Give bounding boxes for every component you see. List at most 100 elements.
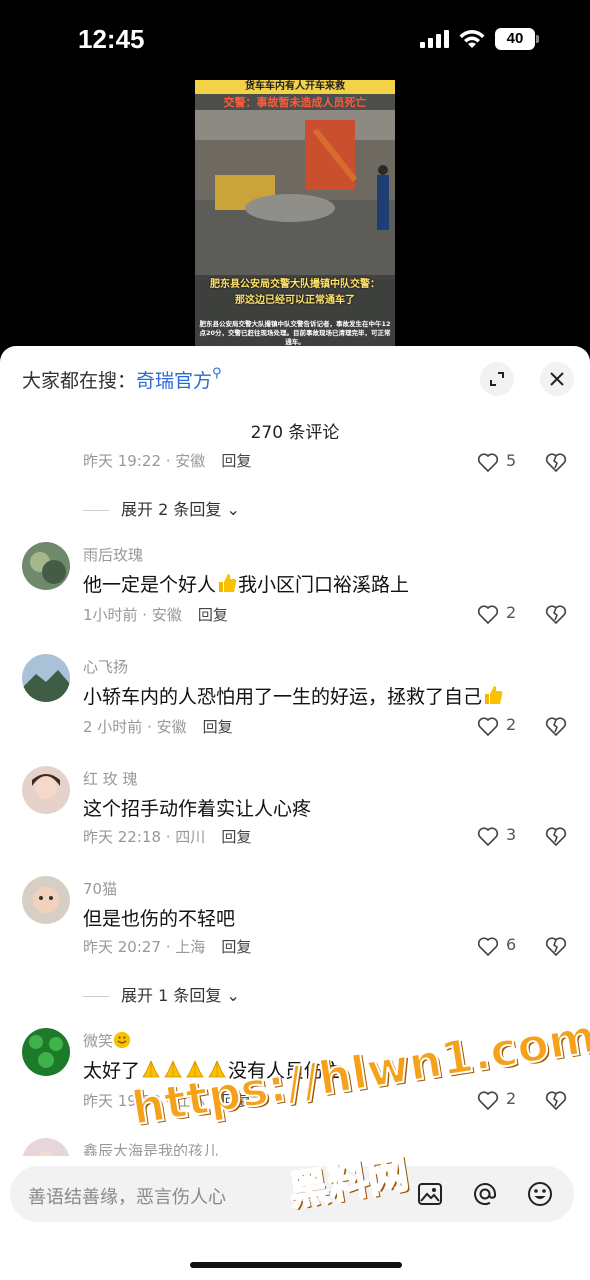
avatar[interactable]	[22, 542, 70, 590]
comment-text-part1: 但是也伤的不轻吧	[83, 908, 236, 930]
comment-time-location: 2 小时前 · 安徽	[83, 718, 187, 736]
reply-button[interactable]: 回复	[221, 1092, 251, 1110]
like-count: 6	[506, 935, 517, 954]
like-button[interactable]: 6	[476, 934, 536, 958]
avatar[interactable]	[22, 766, 70, 814]
like-button[interactable]: 5	[476, 450, 536, 474]
status-bar: 12:45 40	[0, 0, 590, 80]
comment-time-location: 昨天 19:22 · 安徽	[83, 452, 206, 470]
at-icon[interactable]	[471, 1180, 499, 1208]
avatar[interactable]	[22, 876, 70, 924]
like-button[interactable]: 2	[476, 602, 536, 626]
avatar[interactable]	[22, 1138, 70, 1156]
trending-search-keyword[interactable]: 奇瑞官方	[136, 370, 212, 392]
comment-text: 这个招手动作着实让人心疼	[83, 794, 311, 821]
comment-meta: 1小时前 · 安徽 回复	[83, 604, 228, 625]
comment-input-placeholder: 善语结善缘，恶言伤人心	[28, 1187, 226, 1208]
video-caption-line1: 肥东县公安局交警大队撮镇中队交警：	[210, 279, 380, 290]
comment-text: 太好了 没有人员伤亡	[83, 1056, 342, 1083]
avatar[interactable]	[22, 654, 70, 702]
reply-button[interactable]: 回复	[198, 606, 228, 624]
heart-icon	[477, 937, 499, 957]
comment-time-location: 昨天 20:27 · 上海	[83, 938, 206, 956]
reply-button[interactable]: 回复	[221, 452, 251, 470]
emoji-icon[interactable]	[526, 1180, 554, 1208]
heart-icon	[477, 827, 499, 847]
dislike-button[interactable]	[544, 824, 568, 848]
comment-meta: 2 小时前 · 安徽 回复	[83, 716, 233, 737]
pray-emoji-icon	[142, 1060, 160, 1078]
pray-emoji-icon	[164, 1060, 182, 1078]
thumbs-up-emoji-icon	[219, 574, 237, 592]
comment-time-location: 昨天 22:18 · 四川	[83, 828, 206, 846]
commenter-name-text: 微笑	[83, 1032, 114, 1050]
reply-button[interactable]: 回复	[203, 718, 233, 736]
broken-heart-icon	[545, 937, 567, 957]
search-icon: ⚲	[212, 366, 222, 381]
comment-list[interactable]: 昨天 19:22 · 安徽 回复 5 展开 2 条回复 ⌄ 雨后玫瑰 他一定是个好…	[0, 446, 590, 1156]
video-small-text: 肥东县公安局交警大队撮镇中队交警告诉记者，事故发生在中午12点20分，交警已赶往…	[199, 320, 391, 346]
expand-icon	[490, 372, 504, 386]
expand-replies-button[interactable]: 展开 1 条回复 ⌄	[83, 982, 240, 1006]
commenter-name[interactable]: 红 玫 瑰	[83, 768, 138, 789]
broken-heart-icon	[545, 1091, 567, 1111]
reply-button[interactable]: 回复	[221, 938, 251, 956]
comment-text: 小轿车内的人恐怕用了一生的好运，拯救了自己	[83, 682, 504, 709]
comment-text-part1: 他一定是个好人	[83, 574, 217, 596]
smile-emoji-icon	[113, 1031, 131, 1049]
dislike-button[interactable]	[544, 450, 568, 474]
comment-input[interactable]: 善语结善缘，恶言伤人心	[10, 1166, 574, 1222]
expand-replies-button[interactable]: 展开 2 条回复 ⌄	[83, 496, 240, 520]
comment-meta: 昨天 19:22 · 安徽 回复	[83, 450, 251, 471]
expand-button[interactable]	[480, 362, 514, 396]
expand-replies-label: 展开 2 条回复	[121, 500, 222, 519]
broken-heart-icon	[545, 827, 567, 847]
commenter-name[interactable]: 心飞扬	[83, 656, 128, 677]
divider	[83, 510, 109, 511]
like-button[interactable]: 2	[476, 714, 536, 738]
comment-meta: 昨天 22:18 · 四川 回复	[83, 826, 251, 847]
commenter-name[interactable]: 雨后玫瑰	[83, 544, 143, 565]
comment-meta: 昨天 19:33 · 江苏 回复	[83, 1090, 251, 1111]
like-button[interactable]: 2	[476, 1088, 536, 1112]
like-count: 5	[506, 451, 517, 470]
pray-emoji-icon	[186, 1060, 204, 1078]
video-caption-line2: 那这边已经可以正常通车了	[235, 295, 355, 306]
divider	[83, 996, 109, 997]
dislike-button[interactable]	[544, 1088, 568, 1112]
expand-replies-label: 展开 1 条回复	[121, 986, 222, 1005]
comment-meta: 昨天 20:27 · 上海 回复	[83, 936, 251, 957]
heart-icon	[477, 605, 499, 625]
broken-heart-icon	[545, 605, 567, 625]
comment-time-location: 1小时前 · 安徽	[83, 606, 182, 624]
close-icon	[550, 372, 564, 386]
comment-text-part1: 太好了	[83, 1060, 141, 1082]
comment-text: 他一定是个好人 我小区门口裕溪路上	[83, 570, 409, 597]
chevron-down-icon: ⌄	[221, 500, 240, 519]
comment-text-part2: 没有人员伤亡	[228, 1060, 343, 1082]
commenter-name[interactable]: 鑫辰大海是我的孩儿	[83, 1140, 218, 1156]
battery-level: 40	[495, 28, 535, 50]
image-icon[interactable]	[416, 1180, 444, 1208]
video-subtitle: 交警：事故暂未造成人员死亡	[223, 96, 367, 109]
dislike-button[interactable]	[544, 602, 568, 626]
trending-search[interactable]: 大家都在搜：奇瑞官方⚲	[22, 366, 222, 393]
battery-icon: 40	[495, 28, 539, 50]
reply-button[interactable]: 回复	[221, 828, 251, 846]
dislike-button[interactable]	[544, 714, 568, 738]
commenter-name[interactable]: 70猫	[83, 878, 117, 899]
video-player[interactable]: 货车车内有人开车来救 交警：事故暂未造成人员死亡 肥东县公安局交警大队撮镇中队交…	[195, 80, 395, 346]
avatar[interactable]	[22, 1028, 70, 1076]
comment-text-part2: 我小区门口裕溪路上	[238, 574, 410, 596]
home-indicator[interactable]	[190, 1262, 402, 1268]
like-button[interactable]: 3	[476, 824, 536, 848]
thumbs-up-emoji-icon	[485, 686, 503, 704]
commenter-name[interactable]: 微笑	[83, 1030, 131, 1051]
dislike-button[interactable]	[544, 934, 568, 958]
comment-count: 270 条评论	[250, 423, 340, 443]
pray-emoji-icon	[208, 1060, 226, 1078]
comment-text-part1: 这个招手动作着实让人心疼	[83, 798, 312, 820]
like-count: 2	[506, 1089, 517, 1108]
close-button[interactable]	[540, 362, 574, 396]
wifi-icon	[459, 30, 485, 48]
